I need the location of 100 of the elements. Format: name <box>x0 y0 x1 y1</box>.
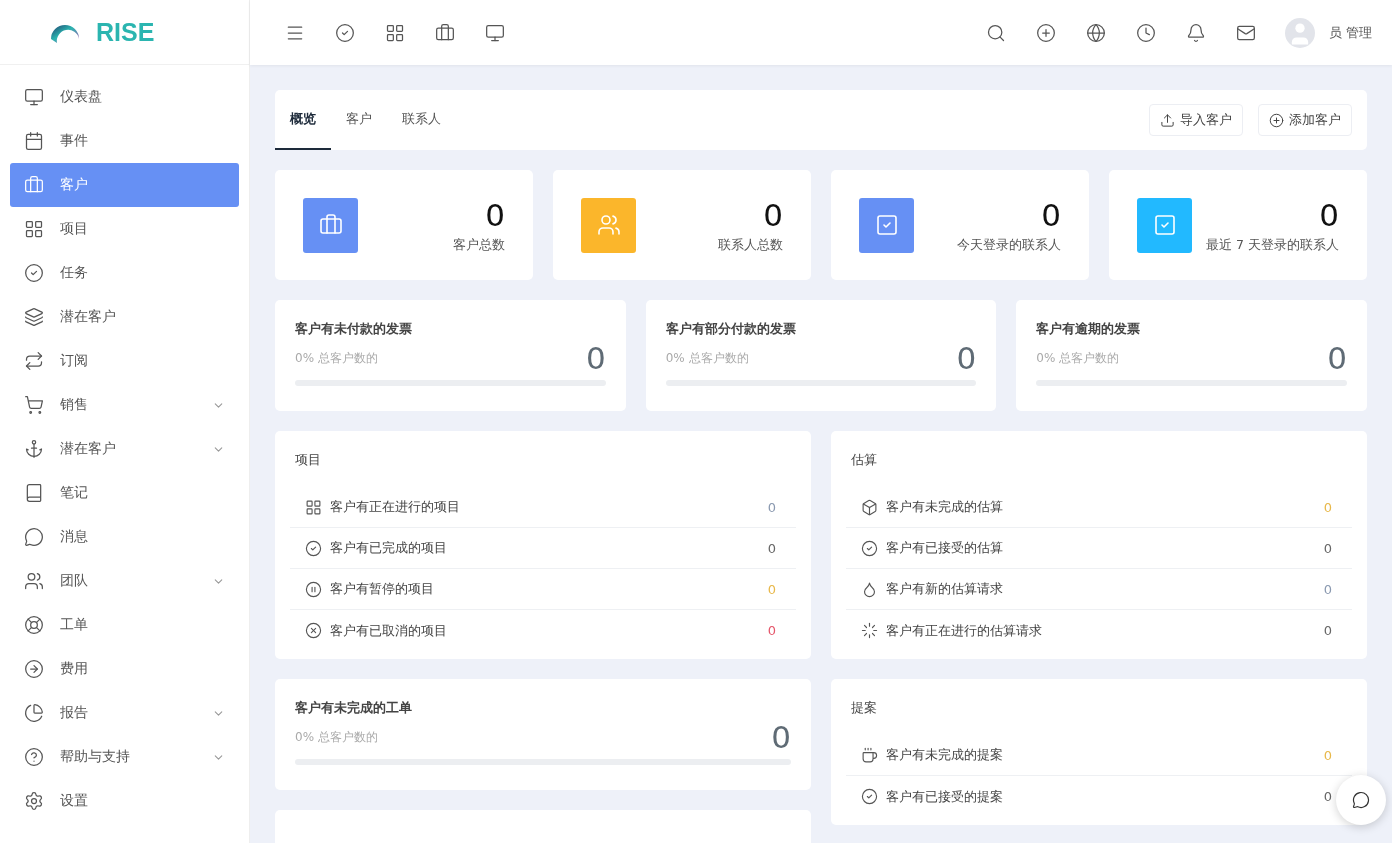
bell-icon <box>1185 22 1206 43</box>
row-label: 客户有暂停的项目 <box>330 580 435 598</box>
layers-icon <box>24 307 44 327</box>
sidebar-item[interactable]: 潜在客户 <box>10 427 239 471</box>
action-button[interactable]: 添加客户 <box>1258 104 1352 136</box>
sidebar-item[interactable]: 潜在客户 <box>10 295 239 339</box>
row-value: 0 <box>767 540 776 556</box>
sidebar-item[interactable]: 费用 <box>10 647 239 691</box>
sidebar-item[interactable]: 笔记 <box>10 471 239 515</box>
anchor-icon <box>24 439 44 459</box>
row-value: 0 <box>767 499 776 515</box>
help-icon <box>24 747 44 767</box>
row-value: 0 <box>1323 623 1332 638</box>
briefcase-icon <box>435 22 455 43</box>
spinner-icon <box>861 622 878 639</box>
row-value: 0 <box>1323 747 1332 763</box>
cup-icon <box>861 746 878 764</box>
grid-icon <box>305 498 322 516</box>
row-label: 客户有正在进行的估算请求 <box>886 621 1043 640</box>
user-name[interactable]: 员 管理 <box>1328 23 1372 42</box>
globe-icon <box>1085 22 1106 43</box>
search-icon <box>985 22 1006 43</box>
tab[interactable]: 客户 <box>331 90 387 150</box>
sidebar-item[interactable]: 工单 <box>10 603 239 647</box>
calendar-icon <box>24 131 44 151</box>
monitor-icon <box>24 87 44 107</box>
row-value: 0 <box>767 623 776 638</box>
sidebar-item[interactable]: 项目 <box>10 207 239 251</box>
row-value: 0 <box>1323 789 1332 804</box>
check-circle-icon <box>861 539 878 557</box>
sidebar-item[interactable]: 仪表盘 <box>10 75 239 119</box>
card-title: 客户有逾期的发票 <box>1036 320 1142 338</box>
action-button[interactable]: 导入客户 <box>1149 104 1243 136</box>
settings-icon <box>24 791 44 811</box>
chat-button[interactable] <box>1336 775 1386 825</box>
cube-icon <box>861 498 878 516</box>
brand-name: RISE <box>96 17 155 47</box>
percentage-caption: 0% 总客户数的 <box>1036 349 1120 367</box>
card-title: 提案 <box>850 699 878 717</box>
percentage-caption: 0% 总客户数的 <box>295 728 378 746</box>
book-icon <box>24 483 44 503</box>
row-label: 客户有正在进行的项目 <box>330 498 461 516</box>
stat-label: 客户总数 <box>453 236 505 254</box>
sidebar-item[interactable]: 任务 <box>10 251 239 295</box>
repeat-icon <box>24 351 44 371</box>
count-value: 0 <box>956 340 977 376</box>
count-value: 0 <box>763 196 783 233</box>
droplet-icon <box>861 580 878 598</box>
check-circle-icon <box>861 788 878 805</box>
upload-icon <box>1160 112 1175 128</box>
briefcase-icon <box>318 213 343 237</box>
cart-icon <box>24 395 44 415</box>
briefcase-icon <box>24 175 44 195</box>
percentage-caption: 0% 总客户数的 <box>295 349 378 367</box>
count-value: 0 <box>585 340 606 376</box>
sidebar-item[interactable]: 事件 <box>10 119 239 163</box>
card-title: 客户有未付款的发票 <box>295 320 413 338</box>
stat-label: 联系人总数 <box>718 236 783 254</box>
sidebar-item[interactable]: 帮助与支持 <box>10 735 239 779</box>
row-label: 客户有已完成的项目 <box>330 539 448 557</box>
row-label: 客户有未完成的提案 <box>886 746 1004 764</box>
card-title: 项目 <box>294 451 322 469</box>
x-circle-icon <box>305 622 322 639</box>
lifebuoy-icon <box>24 615 44 635</box>
count-value: 0 <box>1327 340 1347 376</box>
tab[interactable]: 概览 <box>275 90 331 150</box>
count-value: 0 <box>1319 196 1339 233</box>
row-label: 客户有新的估算请求 <box>886 580 1004 598</box>
stat-label: 最近 7 天登录的联系人 <box>1206 236 1339 254</box>
stat-label: 今天登录的联系人 <box>957 236 1061 254</box>
pause-circle-icon <box>305 580 322 598</box>
grid-icon <box>24 219 44 239</box>
row-value: 0 <box>1323 499 1332 515</box>
count-value: 0 <box>771 719 791 755</box>
sidebar-item[interactable]: 团队 <box>10 559 239 603</box>
checkbox-icon <box>1152 213 1177 237</box>
sidebar-item[interactable]: 设置 <box>10 779 239 823</box>
plus-circle-icon <box>1035 22 1056 43</box>
row-value: 0 <box>1323 540 1332 556</box>
check-circle-icon <box>24 263 44 283</box>
sidebar-item[interactable]: 消息 <box>10 515 239 559</box>
monitor-icon <box>485 22 505 43</box>
arrow-circle-icon <box>24 659 44 679</box>
tab[interactable]: 联系人 <box>387 90 456 150</box>
clock-icon <box>1135 22 1156 43</box>
sidebar-item[interactable]: 销售 <box>10 383 239 427</box>
grid-icon <box>385 22 405 43</box>
row-label: 客户有已取消的项目 <box>330 621 448 640</box>
sidebar-item[interactable]: 订阅 <box>10 339 239 383</box>
sidebar-item[interactable]: 报告 <box>10 691 239 735</box>
count-value: 0 <box>1041 196 1061 233</box>
row-value: 0 <box>1323 581 1332 597</box>
count-value: 0 <box>485 196 505 233</box>
card-title: 客户有未完成的工单 <box>295 699 413 717</box>
pie-chart-icon <box>24 703 44 723</box>
check-circle-icon <box>305 539 322 557</box>
card-title: 客户有部分付款的发票 <box>665 320 797 338</box>
chat-bubble-icon <box>24 527 44 547</box>
plus-circle-icon <box>1269 112 1284 128</box>
checkbox-icon <box>874 213 899 237</box>
